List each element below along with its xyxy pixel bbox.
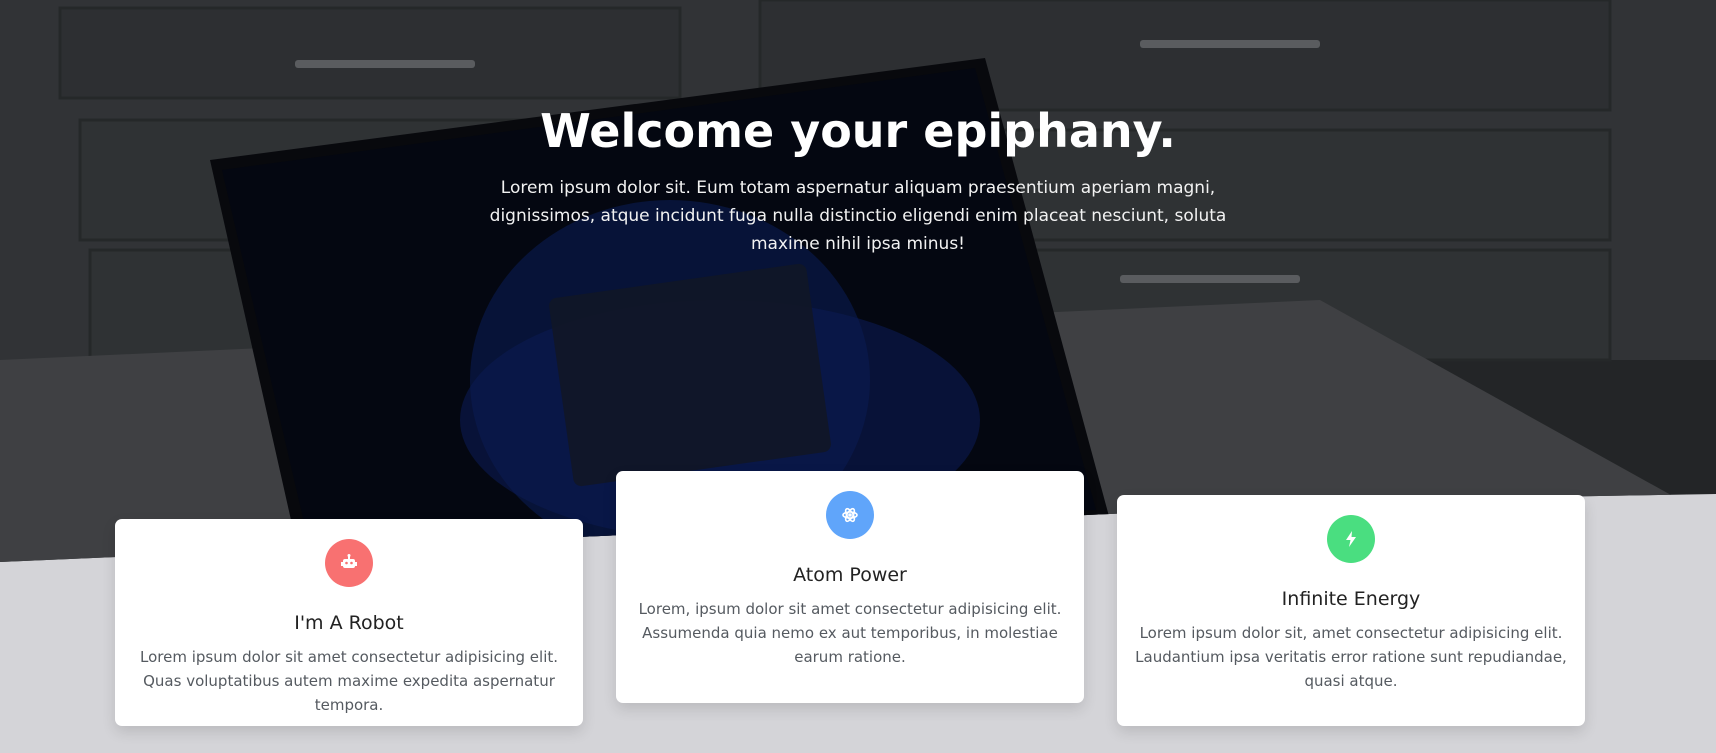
card-text: Lorem, ipsum dolor sit amet consectetur … [638,600,1062,666]
card-title: I'm A Robot [294,612,404,634]
hero-title: Welcome your epiphany. [540,104,1176,158]
card-title: Atom Power [793,564,907,586]
hero-subtitle: Lorem ipsum dolor sit. Eum totam asperna… [489,178,1227,254]
atom-icon [826,491,874,539]
page: Welcome your epiphany. Lorem ipsum dolor… [0,0,1716,753]
card-text: Lorem ipsum dolor sit amet consectetur a… [139,648,559,714]
feature-card-energy: Infinite Energy Lorem ipsum dolor sit, a… [1117,495,1585,726]
robot-icon [325,539,373,587]
card-text: Lorem ipsum dolor sit, amet consectetur … [1135,624,1567,690]
feature-card-atom: Atom Power Lorem, ipsum dolor sit amet c… [616,471,1084,703]
bolt-icon [1327,515,1375,563]
card-title: Infinite Energy [1281,588,1421,610]
feature-card-robot: I'm A Robot Lorem ipsum dolor sit amet c… [115,519,583,726]
